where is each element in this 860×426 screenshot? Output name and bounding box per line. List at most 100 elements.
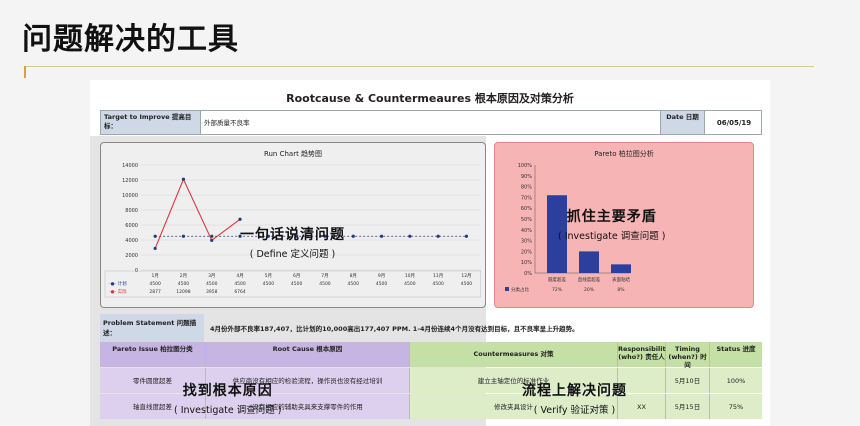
- plan-value-label: 4500: [234, 281, 246, 287]
- row2-timing: 5月15日: [666, 394, 710, 419]
- define-annotation: 一句话说清问题 ( Define 定义问题 ): [240, 224, 345, 260]
- y-tick-label: 60%: [521, 206, 532, 212]
- month-label: 3月: [208, 273, 215, 279]
- problem-statement-text: 4月份外部不良率187,407，比计划的10,000高出177,407 PPM.…: [210, 325, 579, 333]
- target-row: Target to Improve 提高目标： 外部质量不良率 Date 日期 …: [100, 110, 762, 135]
- month-label: 7月: [321, 273, 328, 279]
- investigate-subtitle: ( Investigate 调查问题 ): [558, 231, 666, 242]
- plan-point: [464, 234, 469, 238]
- actual-value-label: 6764: [234, 289, 246, 295]
- y-tick-label: 70%: [521, 195, 532, 201]
- problem-statement-row: Problem Statement 问题描述： 4月份外部不良率187,407，…: [100, 314, 762, 342]
- plan-point: [153, 234, 157, 238]
- actual-point: [181, 177, 186, 181]
- value-label: 8%: [617, 287, 625, 293]
- plan-point: [351, 234, 355, 238]
- sheet-title: Rootcause & Countermeaures 根本原因及对策分析: [286, 92, 574, 105]
- y-tick-label: 30%: [521, 239, 532, 245]
- flow-title: 流程上解决问题: [522, 383, 627, 399]
- category-label: 直线度超差: [578, 276, 601, 283]
- month-label: 12月: [461, 273, 471, 279]
- month-label: 1月: [151, 273, 158, 279]
- y-tick-label: 50%: [521, 217, 532, 223]
- legend-label: 分类占比: [511, 286, 529, 293]
- y-tick-label: 80%: [521, 185, 532, 191]
- y-tick-label: 8000: [125, 208, 138, 214]
- legend-swatch: [505, 287, 509, 291]
- actual-point: [238, 217, 242, 221]
- slide-title: 问题解决的工具: [22, 22, 239, 57]
- divider-accent: [24, 66, 26, 78]
- root-cause-title: 找到根本原因: [182, 383, 273, 399]
- month-label: 8月: [350, 273, 357, 279]
- y-tick-label: 12000: [122, 178, 138, 184]
- root-cause-annotation: 找到根本原因 ( Investigate 调查问题 ): [174, 380, 282, 416]
- plan-value-label: 4500: [432, 281, 444, 287]
- y-tick-label: 4000: [125, 238, 138, 244]
- plan-point: [436, 234, 440, 238]
- plan-value-label: 4500: [319, 281, 331, 287]
- actual-legend: -●- 实际: [109, 288, 127, 295]
- investigate-title: 抓住主要矛盾: [566, 209, 657, 225]
- category-label: 圆度超差: [548, 276, 566, 283]
- pareto-bar: [579, 251, 599, 273]
- y-tick-label: 10%: [521, 260, 532, 266]
- plan-value-label: 4500: [376, 281, 388, 287]
- plan-legend: -●- 计划: [109, 280, 127, 287]
- flow-subtitle: ( Verify 验证对策 ): [533, 405, 616, 416]
- actual-value-label: 2877: [149, 289, 161, 295]
- plan-value-label: 4500: [291, 281, 303, 287]
- table-header: Pareto Issue 柏拉图分类 Root Cause 根本原因 Count…: [100, 342, 762, 369]
- problem-statement-label: Problem Statement 问题描述：: [100, 314, 204, 342]
- define-title: 一句话说清问题: [240, 227, 345, 243]
- date-value: 06/05/19: [716, 119, 752, 127]
- analysis-sheet: Rootcause & Countermeaures 根本原因及对策分析 Tar…: [90, 80, 770, 426]
- investigate-annotation: 抓住主要矛盾 ( Investigate 调查问题 ): [558, 206, 666, 242]
- y-tick-label: 40%: [521, 228, 532, 234]
- header-pareto-issue: Pareto Issue 柏拉图分类: [100, 342, 206, 367]
- value-label: 72%: [552, 287, 563, 293]
- plan-value-label: 4500: [348, 281, 360, 287]
- month-label: 5月: [265, 273, 272, 279]
- month-label: 11月: [433, 273, 443, 279]
- month-label: 2月: [180, 273, 187, 279]
- plan-point: [408, 234, 412, 238]
- plan-point: [181, 234, 186, 238]
- plan-value-label: 4500: [263, 281, 275, 287]
- title-divider: [24, 66, 814, 67]
- actual-series-line: [154, 177, 241, 249]
- plan-value-label: 4500: [461, 281, 473, 287]
- target-value: 外部质量不良率: [201, 111, 661, 134]
- header-responsibility: Responsibility (who?) 责任人: [618, 342, 670, 367]
- month-label: 4月: [236, 273, 243, 279]
- actual-point: [153, 246, 157, 251]
- row1-status: 100%: [710, 368, 762, 393]
- plan-point: [379, 234, 384, 238]
- target-label: Target to Improve 提高目标：: [101, 111, 201, 134]
- month-label: 10月: [405, 273, 415, 279]
- pareto-bar: [611, 264, 631, 273]
- header-timing: Timing (when?) 时间: [666, 342, 710, 369]
- category-label: 表面粘结: [612, 276, 630, 283]
- row2-status: 75%: [710, 394, 762, 419]
- plan-value-label: 4500: [149, 281, 161, 287]
- date-label: Date 日期: [661, 111, 705, 134]
- y-tick-label: 100%: [518, 163, 533, 169]
- plan-value-label: 4500: [206, 281, 218, 287]
- header-root-cause: Root Cause 根本原因: [206, 342, 410, 367]
- value-label: 20%: [584, 287, 595, 293]
- y-tick-label: 6000: [125, 223, 138, 229]
- header-countermeasures: Countermeasures 对策: [410, 342, 618, 367]
- plan-value-label: 4500: [178, 281, 190, 287]
- y-tick-label: 14000: [122, 163, 138, 169]
- header-status: Status 进度: [710, 342, 762, 367]
- y-tick-label: 2000: [125, 253, 138, 259]
- actual-point: [210, 238, 214, 242]
- row1-timing: 5月10日: [666, 368, 710, 393]
- flow-annotation: 流程上解决问题 ( Verify 验证对策 ): [522, 380, 627, 416]
- actual-value-label: 3958: [206, 289, 218, 295]
- define-subtitle: ( Define 定义问题 ): [249, 249, 336, 260]
- y-tick-label: 10000: [122, 193, 138, 199]
- root-cause-subtitle: ( Investigate 调查问题 ): [174, 405, 282, 416]
- y-tick-label: 20%: [521, 249, 532, 255]
